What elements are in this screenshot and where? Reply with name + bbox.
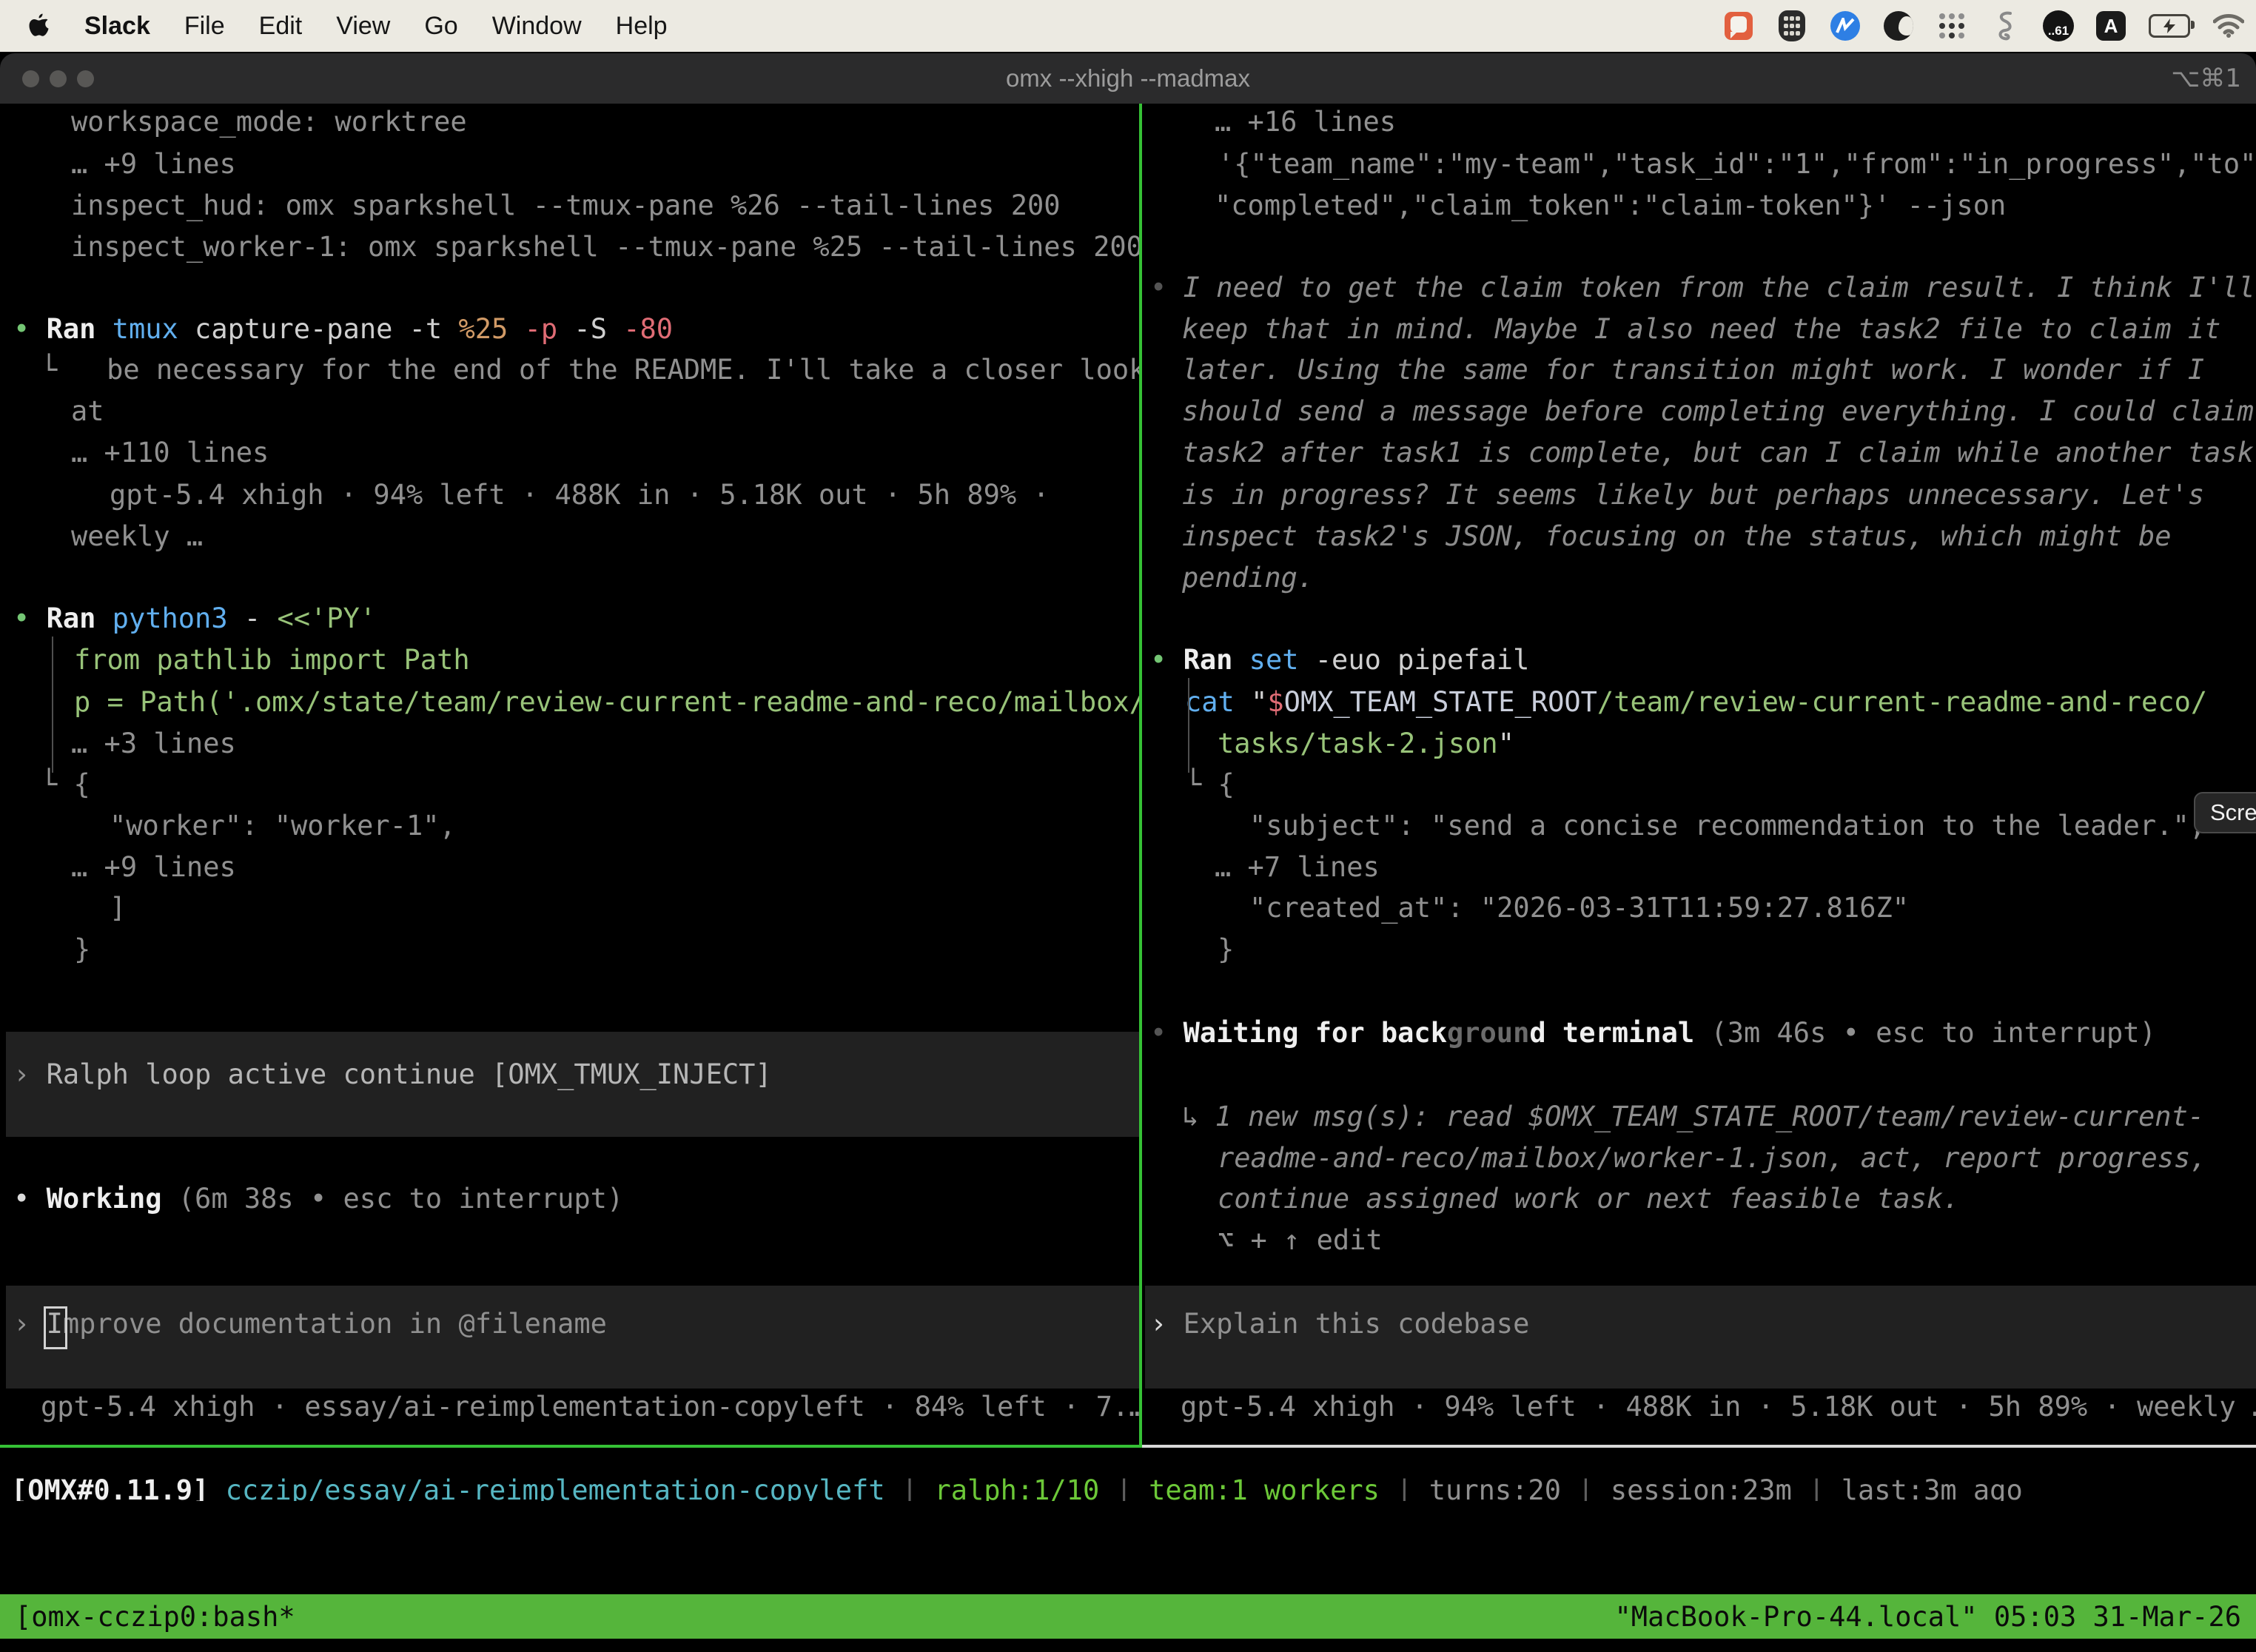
tmux-status-bar: [omx-cczip0:bash* "MacBook-Pro-44.local"…	[0, 1594, 2256, 1639]
menu-bar: Slack File Edit View Go Window Help ..61	[0, 0, 2256, 52]
terminal-line: [OMX#0.11.9] cczip/essay/ai-reimplementa…	[11, 1470, 2023, 1501]
tmux-host-clock-label: "MacBook-Pro-44.local" 05:03 31-Mar-26	[1615, 1601, 2241, 1633]
text-segment: last:3m ago	[1842, 1474, 2023, 1501]
terminal-window: omx --xhigh --madmax ⌥⌘1 workspace_mode:…	[0, 53, 2256, 1652]
moon-icon[interactable]	[1883, 10, 1914, 41]
left-pane-bottom-border	[0, 1445, 1139, 1448]
tmux-session-label: [omx-cczip0:bash*	[15, 1601, 295, 1633]
window-title: omx --xhigh --madmax	[0, 53, 2256, 104]
text-segment: cczip/essay/ai-reimplementation-copyleft	[226, 1474, 885, 1501]
window-shortcut-hint: ⌥⌘1	[2171, 53, 2241, 104]
text-segment: |	[1380, 1474, 1429, 1501]
battery-icon[interactable]	[2148, 10, 2191, 41]
right-pane-bottom-border	[1142, 1445, 2256, 1448]
menu-item-file[interactable]: File	[184, 12, 225, 41]
menu-items: File Edit View Go Window Help	[184, 12, 668, 41]
text-segment: |	[1561, 1474, 1611, 1501]
percent-badge-icon[interactable]: ..61	[2043, 10, 2074, 41]
text-segment: session:23m	[1611, 1474, 1792, 1501]
squiggle-glyph	[1995, 10, 2015, 41]
apple-logo	[28, 13, 50, 39]
wifi-glyph	[2213, 14, 2244, 38]
active-app-name[interactable]: Slack	[84, 12, 150, 41]
keyboard-layout-icon[interactable]: A	[2096, 11, 2126, 41]
text-segment: |	[1792, 1474, 1842, 1501]
terminal-content: workspace_mode: worktree… +9 linesinspec…	[0, 104, 2256, 1652]
grid-dots-icon[interactable]	[1936, 10, 1967, 41]
tooltip-text: Scre	[2210, 799, 2256, 826]
window-titlebar[interactable]: omx --xhigh --madmax ⌥⌘1	[0, 53, 2256, 104]
menu-item-go[interactable]: Go	[424, 12, 457, 41]
sync-badge-icon[interactable]	[1830, 10, 1861, 41]
menu-item-view[interactable]: View	[336, 12, 390, 41]
apple-menu-icon[interactable]	[28, 13, 50, 39]
text-segment: [OMX#0.11.9]	[11, 1474, 209, 1501]
menu-item-edit[interactable]: Edit	[259, 12, 303, 41]
menu-bar-status-icons: ..61 A	[1723, 0, 2244, 52]
pane-divider[interactable]	[1139, 104, 1142, 1448]
text-segment: |	[885, 1474, 935, 1501]
menu-item-window[interactable]: Window	[492, 12, 582, 41]
screen-overlay-tooltip: Scre	[2194, 792, 2256, 833]
text-segment: |	[1099, 1474, 1149, 1501]
zigzag-glyph	[1836, 18, 1855, 34]
text-segment	[209, 1474, 225, 1501]
wifi-icon[interactable]	[2213, 10, 2244, 41]
text-segment: ralph:1/10	[934, 1474, 1099, 1501]
omx-status-line: [OMX#0.11.9] cczip/essay/ai-reimplementa…	[0, 104, 2256, 1501]
charging-bolt-glyph	[2163, 19, 2175, 33]
shield-grid-icon[interactable]	[1776, 10, 1807, 41]
text-segment: team:1 workers	[1149, 1474, 1380, 1501]
menu-item-help[interactable]: Help	[616, 12, 668, 41]
squiggle-icon[interactable]	[1990, 10, 2021, 41]
screenshot-icon[interactable]	[1723, 10, 1754, 41]
text-segment: turns:20	[1429, 1474, 1561, 1501]
